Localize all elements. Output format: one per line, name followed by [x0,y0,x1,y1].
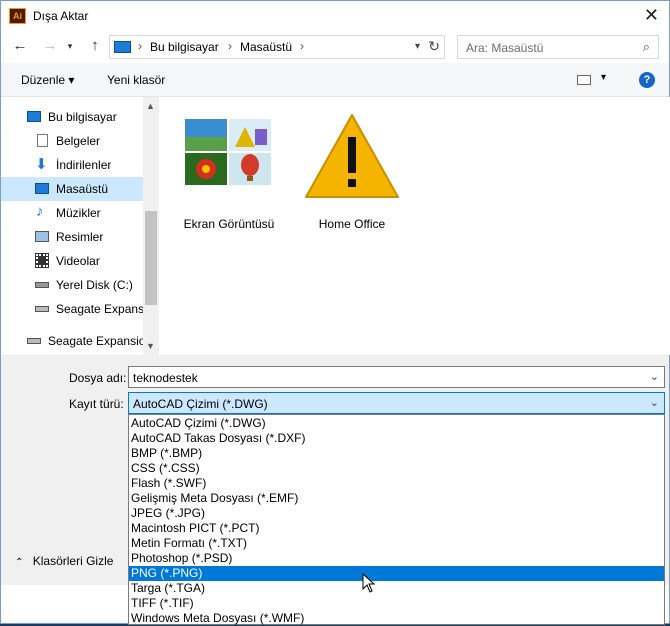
sidebar-item-desktop[interactable]: Masaüstü [1,177,143,201]
export-dialog: Ai Dışa Aktar ✕ ← → ▾ ↑ › Bu bilgisayar … [0,0,670,625]
search-box[interactable]: Ara: Masaüstü ⌕ [457,35,659,59]
breadcrumb-desktop[interactable]: Masaüstü [240,40,292,54]
sidebar-item-seagate-2[interactable]: Seagate Expansion [1,329,143,353]
desktop-icon [35,183,49,194]
illustrator-app-icon: Ai [9,8,26,24]
downloads-icon: ⬇ [35,156,48,173]
navigation-pane: Bu bilgisayar Belgeler ⬇ İndirilenler Ma… [1,97,159,355]
computer-icon [114,41,131,53]
music-icon: ♪ [36,203,44,220]
chevron-up-icon: ⌃ [15,557,24,568]
drive-icon [35,306,49,312]
filetype-option[interactable]: BMP (*.BMP) [129,446,664,461]
warning-icon [305,114,399,198]
sidebar-item-videos[interactable]: Videolar [1,249,143,273]
sidebar-item-downloads[interactable]: ⬇ İndirilenler [1,153,143,177]
filetype-dropdown-list: AutoCAD Çizimi (*.DWG) AutoCAD Takas Dos… [128,414,665,625]
filetype-label: Kayıt türü: [69,397,124,411]
new-folder-button[interactable]: Yeni klasör [107,73,165,87]
filetype-option[interactable]: Flash (*.SWF) [129,476,664,491]
chevron-down-icon[interactable]: ⌄ [650,396,659,409]
sidebar-item-label: Resimler [56,230,104,244]
chevron-right-icon[interactable]: › [300,39,304,53]
view-dropdown-icon[interactable]: ▾ [601,72,606,83]
forward-arrow-icon[interactable]: → [41,37,59,55]
sidebar-item-label: Bu bilgisayar [48,110,117,124]
chevron-down-icon[interactable]: ⌄ [650,370,659,383]
sidebar-item-documents[interactable]: Belgeler [1,129,143,153]
sidebar-item-pictures[interactable]: Resimler [1,225,143,249]
filetype-select[interactable]: AutoCAD Çizimi (*.DWG) ⌄ [128,392,665,414]
filetype-option[interactable]: CSS (*.CSS) [129,461,664,476]
hide-folders-label: Klasörleri Gizle [32,554,114,568]
filetype-option[interactable]: Macintosh PICT (*.PCT) [129,521,664,536]
file-label: Home Office [318,217,386,231]
pictures-icon [35,231,49,242]
sidebar-item-local-disk[interactable]: Yerel Disk (C:) [1,273,143,297]
sidebar-item-label: Masaüstü [56,182,109,196]
mouse-cursor-icon [362,573,376,593]
filetype-option[interactable]: AutoCAD Takas Dosyası (*.DXF) [129,431,664,446]
recent-locations-chevron-icon[interactable]: ▾ [61,37,79,55]
sidebar-item-label: Müzikler [56,206,101,220]
scroll-up-icon[interactable]: ▲ [146,101,155,111]
file-label: Ekran Görüntüsü [183,217,275,231]
filename-label: Dosya adı: [69,371,127,385]
sidebar-item-label: Yerel Disk (C:) [56,278,133,292]
up-arrow-icon[interactable]: ↑ [86,37,104,55]
scrollbar-thumb[interactable] [145,211,157,305]
filetype-option-highlighted[interactable]: PNG (*.PNG) [129,566,664,581]
drive-icon [27,338,41,344]
sidebar-scrollbar[interactable]: ▲ ▼ [143,97,159,355]
filename-input[interactable]: teknodestek ⌄ [128,366,665,388]
videos-icon [35,253,49,268]
hide-folders-button[interactable]: ⌃ Klasörleri Gizle [15,554,113,568]
address-bar[interactable]: › Bu bilgisayar › Masaüstü › ▾ ↻ [109,35,445,59]
view-options-icon[interactable] [577,75,591,85]
sidebar-item-this-pc[interactable]: Bu bilgisayar [1,105,143,129]
command-bar: Düzenle ▾ Yeni klasör ▾ ? [1,63,669,97]
chevron-right-icon[interactable]: › [138,39,142,53]
sidebar-item-label: İndirilenler [56,158,112,172]
filetype-option[interactable]: TIFF (*.TIF) [129,596,664,611]
help-icon[interactable]: ? [639,72,655,88]
filename-value: teknodestek [133,371,198,385]
sidebar-item-label: Seagate Expansion [48,334,143,348]
breadcrumb-this-pc[interactable]: Bu bilgisayar [150,40,219,54]
organize-button[interactable]: Düzenle ▾ [21,73,74,87]
window-title: Dışa Aktar [33,9,89,23]
back-arrow-icon[interactable]: ← [11,37,29,55]
file-list: Ekran Görüntüsü Home Office [159,97,670,355]
filetype-option[interactable]: JPEG (*.JPG) [129,506,664,521]
refresh-icon[interactable]: ↻ [428,38,440,55]
chevron-right-icon[interactable]: › [228,39,232,53]
sidebar-item-label: Belgeler [56,134,101,148]
title-bar: Ai Dışa Aktar ✕ [1,1,669,31]
search-icon[interactable]: ⌕ [643,39,650,55]
search-placeholder: Ara: Masaüstü [466,41,544,55]
sidebar-item-label: Videolar [56,254,100,268]
computer-icon [27,111,41,122]
filetype-option[interactable]: Gelişmiş Meta Dosyası (*.EMF) [129,491,664,506]
filetype-option[interactable]: Targa (*.TGA) [129,581,664,596]
chevron-down-icon[interactable]: ▾ [415,41,420,52]
local-disk-icon [35,282,49,288]
filetype-selected-value: AutoCAD Çizimi (*.DWG) [133,397,268,411]
close-icon[interactable]: ✕ [644,5,659,26]
filetype-option[interactable]: Photoshop (*.PSD) [129,551,664,566]
sidebar-item-seagate-1[interactable]: Seagate Expansion [1,297,143,321]
sidebar-item-label: Seagate Expansion [56,302,143,316]
sidebar-item-music[interactable]: ♪ Müzikler [1,201,143,225]
scroll-down-icon[interactable]: ▼ [146,341,155,351]
filetype-option[interactable]: AutoCAD Çizimi (*.DWG) [129,416,664,431]
image-folder-icon [185,119,271,185]
filetype-option[interactable]: Metin Formatı (*.TXT) [129,536,664,551]
documents-icon [37,134,48,147]
